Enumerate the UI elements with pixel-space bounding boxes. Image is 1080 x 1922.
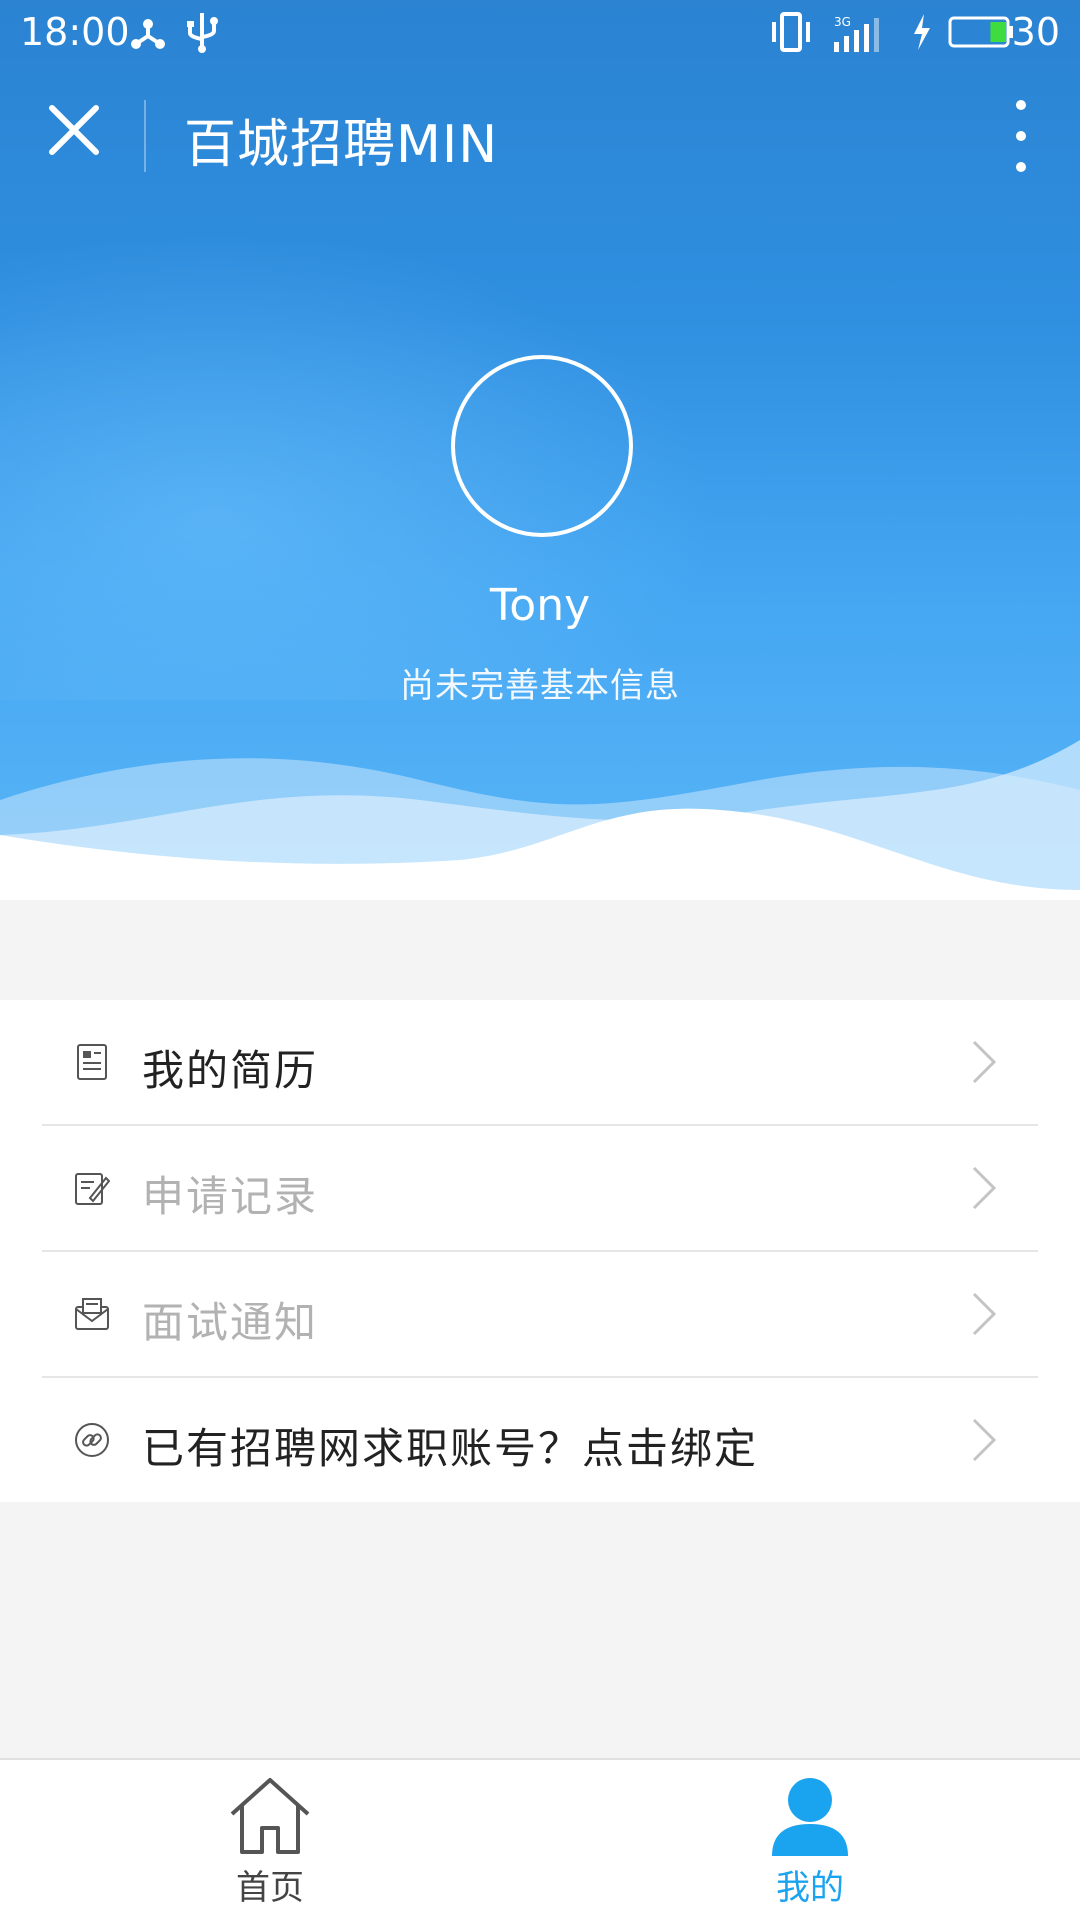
charging-icon [910,10,934,54]
more-vertical-icon [1016,100,1026,110]
bottom-tab-bar: 首页 我的 [0,1758,1080,1922]
menu-item-label: 我的简历 [142,1046,319,1095]
menu-item-label: 面试通知 [142,1298,319,1347]
share-network-icon [128,10,168,54]
home-icon [230,1778,310,1854]
app-bar: 百城招聘MIN [0,66,1080,206]
menu-item-label: 已有招聘网求职账号？点击绑定 [142,1424,759,1473]
battery-icon [948,10,1016,54]
resume-icon [72,1042,112,1082]
close-button[interactable] [40,96,108,164]
tab-home[interactable]: 首页 [0,1760,540,1922]
menu-item-resume[interactable]: 我的简历 [42,1000,1038,1124]
menu-item-interviews[interactable]: 面试通知 [42,1252,1038,1376]
profile-status-text[interactable]: 尚未完善基本信息 [0,658,1080,707]
menu-item-applications[interactable]: 申请记录 [42,1126,1038,1250]
tab-label: 首页 [236,1868,304,1908]
link-icon [72,1420,112,1460]
avatar[interactable] [451,355,633,537]
usb-icon [186,10,218,54]
chevron-right-icon [972,1418,996,1462]
user-name: Tony [489,580,591,631]
network-type-label: 3G [834,15,851,29]
signal-icon: 3G [832,12,892,56]
more-options-button[interactable] [996,100,1046,172]
user-icon [772,1778,848,1856]
chevron-right-icon [972,1166,996,1210]
menu-item-label: 申请记录 [142,1172,319,1221]
menu-item-bind-account[interactable]: 已有招聘网求职账号？点击绑定 [42,1378,1038,1502]
more-dot [1016,131,1026,141]
more-dot [1016,162,1026,172]
mail-icon [72,1294,112,1334]
status-bar: 18:00 3G 30 [0,0,1080,66]
tab-label: 我的 [776,1868,844,1908]
wave-decoration [0,740,1080,900]
app-title: 百城招聘MIN [184,115,499,175]
battery-percent: 30 [1011,10,1060,54]
app-bar-divider [144,100,146,172]
close-icon [49,105,99,155]
profile-menu: 我的简历 申请记录 面试通知 已有招聘网求职账号？点击绑定 [0,1000,1080,1502]
chevron-right-icon [972,1292,996,1336]
edit-record-icon [72,1168,112,1208]
vibrate-icon [770,10,812,54]
profile-header: 18:00 3G 30 百城招聘MIN Tony 尚未完善基本信息 [0,0,1080,900]
tab-mine[interactable]: 我的 [540,1760,1080,1922]
chevron-right-icon [972,1040,996,1084]
status-time: 18:00 [20,10,130,54]
